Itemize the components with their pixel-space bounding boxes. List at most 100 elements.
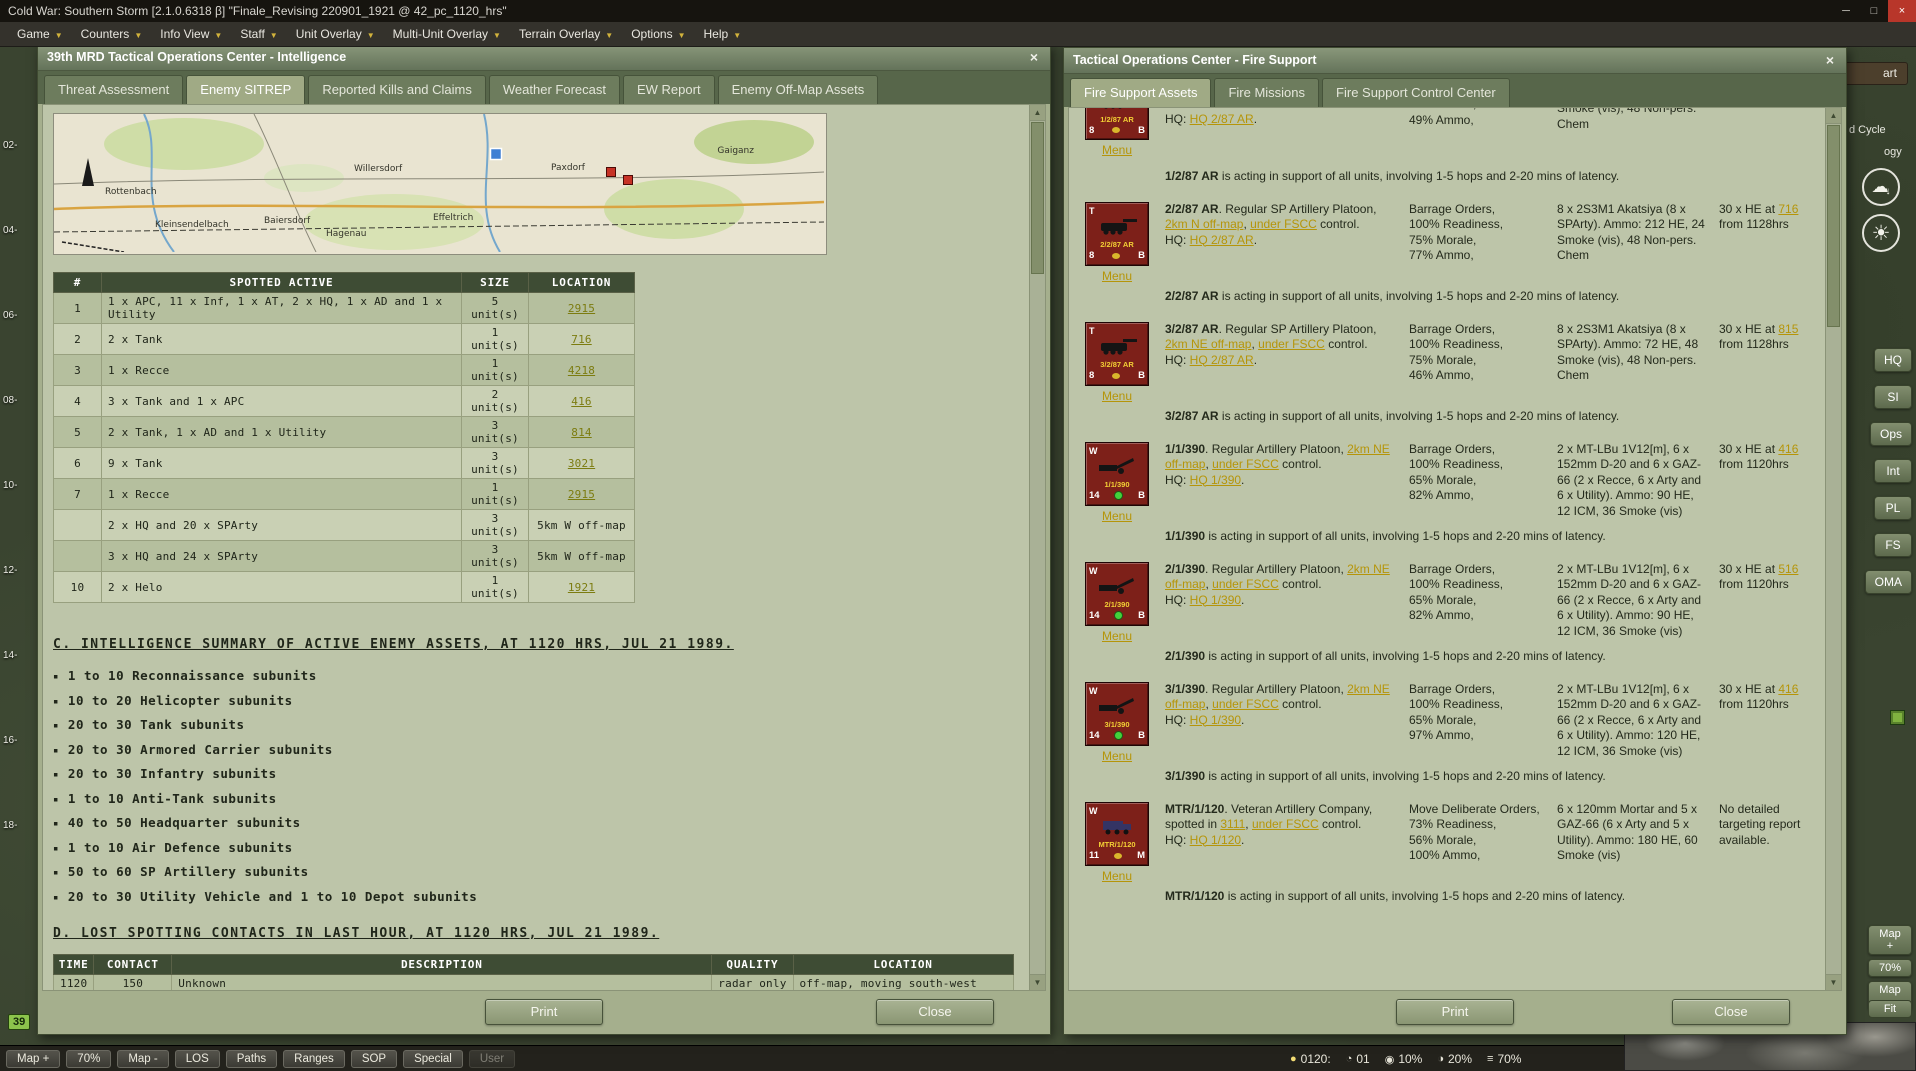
intel-map-strip[interactable]: Rottenbach Willersdorf Paxdorf Gaiganz Klein… bbox=[53, 113, 827, 255]
menu-link[interactable]: Menu bbox=[1102, 629, 1132, 645]
menu-multi-unit-overlay[interactable]: Multi-Unit Overlay ▼ bbox=[384, 24, 510, 44]
location-link[interactable]: 4218 bbox=[568, 364, 595, 377]
sidebar-button-ops[interactable]: Ops bbox=[1869, 422, 1912, 446]
location-link[interactable]: 716 bbox=[571, 333, 591, 346]
sun-icon[interactable]: ☀ bbox=[1862, 214, 1900, 252]
menu-staff[interactable]: Staff ▼ bbox=[231, 24, 286, 44]
sidebar-button-fs[interactable]: FS bbox=[1874, 533, 1912, 557]
location-link[interactable]: HQ 1/390 bbox=[1190, 713, 1241, 727]
location-link[interactable]: HQ 2/87 AR bbox=[1190, 112, 1254, 126]
unit-counter[interactable]: T1/2/87 AR8B bbox=[1085, 108, 1149, 140]
menu-link[interactable]: Menu bbox=[1102, 143, 1132, 159]
menu-terrain-overlay[interactable]: Terrain Overlay ▼ bbox=[510, 24, 622, 44]
menu-link[interactable]: Menu bbox=[1102, 509, 1132, 525]
toolbar-los-button[interactable]: LOS bbox=[174, 1049, 220, 1068]
location-link[interactable]: under FSCC bbox=[1250, 217, 1317, 231]
location-link[interactable]: 416 bbox=[1778, 682, 1798, 696]
toolbar-map-button[interactable]: Map - bbox=[117, 1049, 169, 1068]
location-link[interactable]: HQ 2/87 AR bbox=[1190, 233, 1254, 247]
tab-fire-missions[interactable]: Fire Missions bbox=[1214, 78, 1320, 107]
scroll-thumb[interactable] bbox=[1827, 125, 1840, 327]
menu-help[interactable]: Help ▼ bbox=[695, 24, 751, 44]
location-link[interactable]: under FSCC bbox=[1252, 817, 1319, 831]
map-marker-icon[interactable] bbox=[1890, 710, 1905, 725]
minimize-icon[interactable]: ─ bbox=[1832, 0, 1860, 22]
menu-game[interactable]: Game ▼ bbox=[8, 24, 72, 44]
unit-counter[interactable]: W 1/1/390 14 B bbox=[1085, 441, 1149, 506]
fit-button[interactable]: Fit bbox=[1868, 1000, 1912, 1018]
tab-ew-report[interactable]: EW Report bbox=[622, 75, 715, 104]
sidebar-button-pl[interactable]: PL bbox=[1874, 496, 1912, 520]
unit-badge-39[interactable]: 39 bbox=[8, 1014, 31, 1030]
enemy-unit-marker[interactable] bbox=[623, 175, 633, 185]
location-link[interactable]: 1921 bbox=[568, 581, 595, 594]
unit-counter[interactable]: W MTR/1/120 11 M bbox=[1085, 801, 1149, 866]
location-link[interactable]: under FSCC bbox=[1258, 337, 1325, 351]
sidebar-button-oma[interactable]: OMA bbox=[1864, 570, 1912, 594]
toolbar-map-button[interactable]: Map + bbox=[6, 1049, 61, 1068]
location-link[interactable]: under FSCC bbox=[1212, 577, 1279, 591]
location-link[interactable]: under FSCC bbox=[1212, 457, 1279, 471]
maximize-icon[interactable]: □ bbox=[1860, 0, 1888, 22]
toolbar-ranges-button[interactable]: Ranges bbox=[283, 1049, 345, 1068]
tab-fire-support-control-center[interactable]: Fire Support Control Center bbox=[1322, 78, 1510, 107]
toolbar-user-button[interactable]: User bbox=[468, 1049, 516, 1068]
scroll-down-icon[interactable]: ▼ bbox=[1030, 974, 1045, 990]
weather-download-icon[interactable]: ☁ ↓ bbox=[1862, 168, 1900, 206]
location-link[interactable]: HQ 1/120 bbox=[1190, 833, 1241, 847]
enemy-unit-marker[interactable] bbox=[606, 167, 616, 177]
fire-scrollbar[interactable]: ▲ ▼ bbox=[1825, 108, 1841, 990]
location-link[interactable]: 814 bbox=[571, 426, 591, 439]
sidebar-map-button[interactable]: Map + bbox=[1868, 925, 1912, 955]
sidebar-button-int[interactable]: Int bbox=[1874, 459, 1912, 483]
sidebar-button-si[interactable]: SI bbox=[1874, 385, 1912, 409]
tab-reported-kills-and-claims[interactable]: Reported Kills and Claims bbox=[308, 75, 486, 104]
location-link[interactable]: 516 bbox=[1778, 562, 1798, 576]
toolbar-paths-button[interactable]: Paths bbox=[225, 1049, 278, 1068]
location-link[interactable]: 2915 bbox=[568, 488, 595, 501]
intel-dialog-titlebar[interactable]: 39th MRD Tactical Operations Center - In… bbox=[38, 45, 1050, 71]
menu-link[interactable]: Menu bbox=[1102, 269, 1132, 285]
scroll-up-icon[interactable]: ▲ bbox=[1030, 105, 1045, 121]
intel-scrollbar[interactable]: ▲ ▼ bbox=[1029, 105, 1045, 990]
tab-enemy-sitrep[interactable]: Enemy SITREP bbox=[186, 75, 306, 104]
fire-dialog-titlebar[interactable]: Tactical Operations Center - Fire Suppor… bbox=[1064, 48, 1846, 74]
selected-unit-marker[interactable] bbox=[489, 147, 503, 161]
toolbar-sop-button[interactable]: SOP bbox=[350, 1049, 398, 1068]
location-link[interactable]: 815 bbox=[1778, 322, 1798, 336]
sidebar-70-button[interactable]: 70% bbox=[1868, 959, 1912, 977]
close-button[interactable]: Close bbox=[1672, 999, 1790, 1025]
unit-counter[interactable]: T 2/2/87 AR 8 B bbox=[1085, 201, 1149, 266]
location-link[interactable]: HQ 1/390 bbox=[1190, 593, 1241, 607]
menu-info-view[interactable]: Info View ▼ bbox=[151, 24, 231, 44]
menu-link[interactable]: Menu bbox=[1102, 869, 1132, 885]
scroll-thumb[interactable] bbox=[1031, 122, 1044, 274]
tab-fire-support-assets[interactable]: Fire Support Assets bbox=[1070, 78, 1212, 107]
tab-threat-assessment[interactable]: Threat Assessment bbox=[44, 75, 184, 104]
location-link[interactable]: HQ 2/87 AR bbox=[1190, 353, 1254, 367]
location-link[interactable]: 716 bbox=[1778, 202, 1798, 216]
menu-counters[interactable]: Counters ▼ bbox=[72, 24, 152, 44]
location-link[interactable]: 3021 bbox=[568, 457, 595, 470]
menu-unit-overlay[interactable]: Unit Overlay ▼ bbox=[287, 24, 384, 44]
menu-link[interactable]: Menu bbox=[1102, 389, 1132, 405]
unit-counter[interactable]: T 3/2/87 AR 8 B bbox=[1085, 321, 1149, 386]
location-link[interactable]: 2km N off-map bbox=[1165, 217, 1243, 231]
tab-enemy-off-map-assets[interactable]: Enemy Off-Map Assets bbox=[717, 75, 879, 104]
location-link[interactable]: under FSCC bbox=[1212, 697, 1279, 711]
unit-counter[interactable]: W 3/1/390 14 B bbox=[1085, 681, 1149, 746]
menu-options[interactable]: Options ▼ bbox=[622, 24, 694, 44]
print-button[interactable]: Print bbox=[1396, 999, 1514, 1025]
location-link[interactable]: 2km NE off-map bbox=[1165, 337, 1251, 351]
print-button[interactable]: Print bbox=[485, 999, 603, 1025]
location-link[interactable]: 416 bbox=[571, 395, 591, 408]
sidebar-button-hq[interactable]: HQ bbox=[1874, 348, 1912, 372]
menu-link[interactable]: Menu bbox=[1102, 749, 1132, 765]
unit-counter[interactable]: W 2/1/390 14 B bbox=[1085, 561, 1149, 626]
scroll-down-icon[interactable]: ▼ bbox=[1826, 974, 1841, 990]
toolbar-70-button[interactable]: 70% bbox=[66, 1049, 112, 1068]
tab-weather-forecast[interactable]: Weather Forecast bbox=[488, 75, 620, 104]
close-icon[interactable]: × bbox=[1888, 0, 1916, 22]
fire-close-icon[interactable]: × bbox=[1820, 48, 1840, 73]
intel-close-icon[interactable]: × bbox=[1024, 45, 1044, 70]
